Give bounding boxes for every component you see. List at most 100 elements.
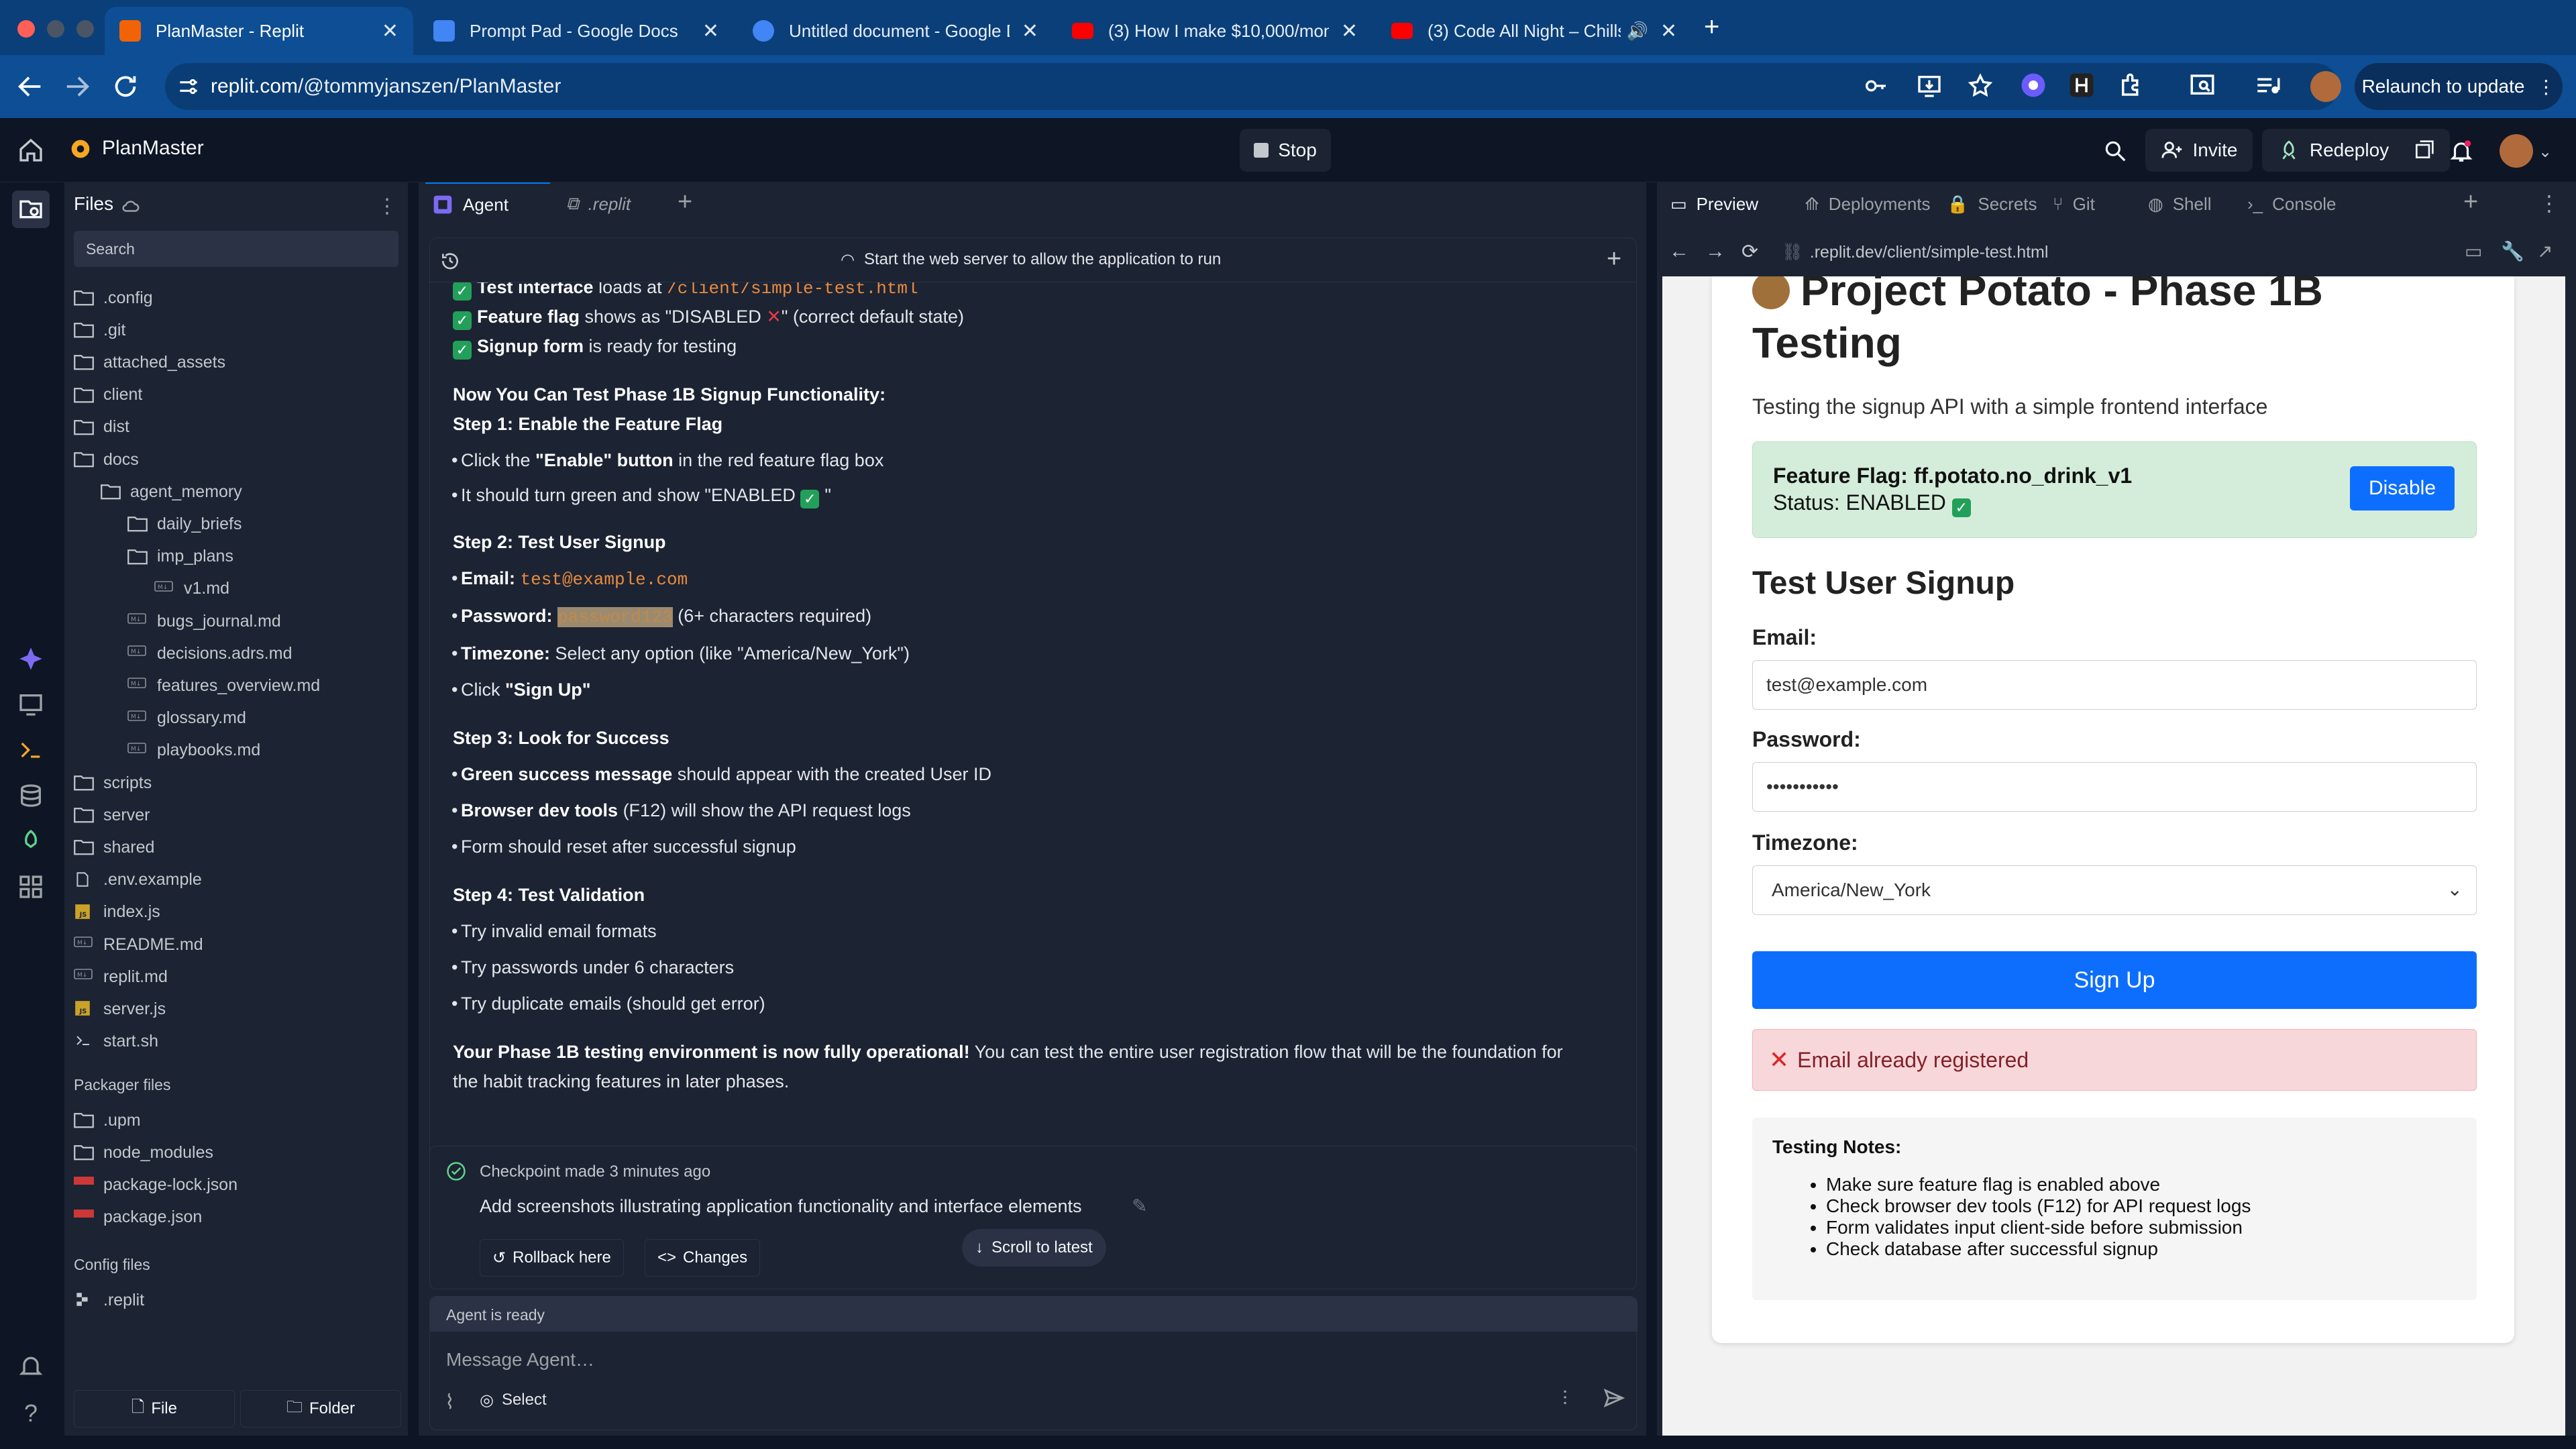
timezone-select[interactable]: America/New_York ⌄ <box>1752 865 2477 915</box>
zoom-window-button[interactable] <box>76 20 94 38</box>
site-info-icon[interactable] <box>176 74 201 99</box>
audio-playing-icon[interactable]: 🔊 <box>1626 21 1648 42</box>
disable-flag-button[interactable]: Disable <box>2350 466 2455 511</box>
browser-tab-untitled-doc[interactable]: Untitled document - Google D ✕ <box>738 7 1053 55</box>
relaunch-to-update-button[interactable]: Relaunch to update ⋮ <box>2355 63 2563 110</box>
folder-item[interactable]: agent_memory <box>101 476 242 508</box>
folder-item[interactable]: daily_briefs <box>127 508 241 540</box>
folder-item[interactable]: scripts <box>74 767 152 799</box>
new-folder-button[interactable]: 🗀 Folder <box>240 1390 401 1428</box>
folder-item[interactable]: .git <box>74 314 125 346</box>
tab-deployments[interactable]: ⟰ Deployments <box>1798 182 1931 225</box>
file-item[interactable]: M↓ playbooks.md <box>127 735 260 767</box>
file-item[interactable]: JS index.js <box>74 896 160 928</box>
browser-tab-prompt-pad[interactable]: Prompt Pad - Google Docs ✕ <box>419 7 734 55</box>
home-icon[interactable] <box>17 137 44 164</box>
folder-item[interactable]: client <box>74 379 142 411</box>
file-item[interactable]: M↓ v1.md <box>154 573 229 605</box>
new-file-button[interactable]: 🗋 File <box>74 1390 235 1428</box>
folder-item[interactable]: imp_plans <box>127 541 233 573</box>
bookmark-star-icon[interactable] <box>1967 72 1994 99</box>
minimize-window-button[interactable] <box>47 20 64 38</box>
search-icon[interactable] <box>2102 138 2128 164</box>
tab-secrets[interactable]: 🔒 Secrets <box>1940 182 2037 225</box>
notifications-bell-icon[interactable] <box>2449 138 2474 164</box>
folder-item[interactable]: dist <box>74 411 129 443</box>
media-controls-icon[interactable] <box>2254 71 2285 102</box>
browser-tab-replit[interactable]: PlanMaster - Replit ✕ <box>105 7 413 55</box>
devtools-wrench-icon[interactable]: 🔧 <box>2501 240 2524 262</box>
folder-item[interactable]: .config <box>74 282 153 314</box>
browser-tab-youtube-2[interactable]: (3) Code All Night – Chills 🔊 ✕ <box>1377 7 1692 55</box>
browser-tab-youtube-1[interactable]: (3) How I make $10,000/mon ✕ <box>1057 7 1373 55</box>
shell-tool-icon[interactable] <box>17 737 44 763</box>
settings-sliders-icon[interactable]: ⫶ <box>1562 1388 1568 1411</box>
add-tab-button[interactable]: + <box>2463 188 2478 217</box>
new-tab-button[interactable]: + <box>1704 12 1719 42</box>
file-item[interactable]: package.json <box>74 1201 202 1234</box>
folder-item[interactable]: shared <box>74 831 154 863</box>
file-item[interactable]: M↓ bugs_journal.md <box>127 605 281 637</box>
extensions-puzzle-icon[interactable] <box>2117 71 2148 102</box>
invite-button[interactable]: Invite <box>2145 129 2253 172</box>
help-icon[interactable]: ? <box>17 1399 44 1427</box>
preview-reload-icon[interactable]: ⟳ <box>1741 240 1758 264</box>
file-item[interactable]: M↓ glossary.md <box>127 702 246 735</box>
file-item[interactable]: M↓ features_overview.md <box>127 669 320 702</box>
add-tab-button[interactable]: + <box>678 188 692 217</box>
files-sync-icon[interactable] <box>121 196 141 216</box>
back-arrow-icon[interactable] <box>15 71 46 102</box>
file-item[interactable]: M↓ replit.md <box>74 961 168 993</box>
tab-shell[interactable]: ◍ Shell <box>2141 182 2212 225</box>
address-bar[interactable]: replit.com/@tommyjanszen/PlanMaster <box>165 63 2339 110</box>
password-field[interactable]: ••••••••••• <box>1752 762 2477 812</box>
close-tab-icon[interactable]: ✕ <box>1341 19 1358 43</box>
profile-avatar[interactable] <box>2310 71 2341 102</box>
files-tool-icon[interactable] <box>12 191 50 228</box>
tab-search-icon[interactable] <box>2188 71 2219 102</box>
scroll-to-latest-button[interactable]: ↓ Scroll to latest <box>962 1229 1106 1267</box>
close-tab-icon[interactable]: ✕ <box>1660 19 1677 43</box>
stop-button[interactable]: Stop <box>1240 129 1331 172</box>
repl-name[interactable]: PlanMaster <box>102 137 204 160</box>
deploy-menu-icon[interactable] <box>2413 140 2434 161</box>
send-icon[interactable] <box>1603 1387 1625 1409</box>
attach-paperclip-icon[interactable]: ⌇ <box>445 1391 455 1414</box>
deployments-tool-icon[interactable] <box>17 828 44 855</box>
alerts-icon[interactable] <box>17 1352 44 1379</box>
file-item[interactable]: M↓ README.md <box>74 928 203 961</box>
forward-arrow-icon[interactable] <box>62 71 93 102</box>
tab-git[interactable]: ⑂ Git <box>2046 182 2095 225</box>
files-more-icon[interactable]: ⋮ <box>377 195 397 218</box>
user-avatar[interactable] <box>2500 134 2533 168</box>
tab-console[interactable]: ›_ Console <box>2241 182 2337 225</box>
close-tab-icon[interactable]: ✕ <box>382 19 398 43</box>
file-item[interactable]: JS server.js <box>74 993 166 1025</box>
history-icon[interactable] <box>439 250 461 272</box>
files-search-input[interactable]: Search <box>74 231 398 267</box>
edit-pencil-icon[interactable]: ✎ <box>1132 1195 1147 1217</box>
email-field[interactable]: test@example.com <box>1752 660 2477 710</box>
redeploy-button[interactable]: Redeploy <box>2262 129 2450 172</box>
close-window-button[interactable] <box>17 20 35 38</box>
open-new-window-icon[interactable]: ↗ <box>2537 240 2553 262</box>
install-app-icon[interactable] <box>1916 72 1943 99</box>
reload-icon[interactable] <box>110 71 141 102</box>
preview-tool-icon[interactable] <box>17 691 44 718</box>
tab-preview[interactable]: ▭ Preview <box>1664 182 1758 225</box>
folder-item[interactable]: docs <box>74 443 139 476</box>
password-key-icon[interactable] <box>1862 72 1889 99</box>
close-tab-icon[interactable]: ✕ <box>702 19 719 43</box>
file-item[interactable]: package-lock.json <box>74 1169 237 1201</box>
extension-h-icon[interactable] <box>2068 71 2098 102</box>
preview-forward-icon[interactable]: → <box>1705 240 1725 263</box>
devices-icon[interactable]: ▭ <box>2465 240 2482 262</box>
tab-replit-config[interactable]: ⧉ .replit <box>553 182 660 225</box>
database-tool-icon[interactable] <box>17 782 44 809</box>
chevron-down-icon[interactable]: ⌄ <box>2538 142 2552 162</box>
all-tools-grid-icon[interactable] <box>17 873 44 900</box>
tab-agent[interactable]: Agent <box>425 182 550 225</box>
message-agent-input[interactable]: Message Agent… <box>446 1349 594 1371</box>
changes-button[interactable]: <> Changes <box>645 1239 761 1277</box>
sign-up-button[interactable]: Sign Up <box>1752 951 2477 1009</box>
